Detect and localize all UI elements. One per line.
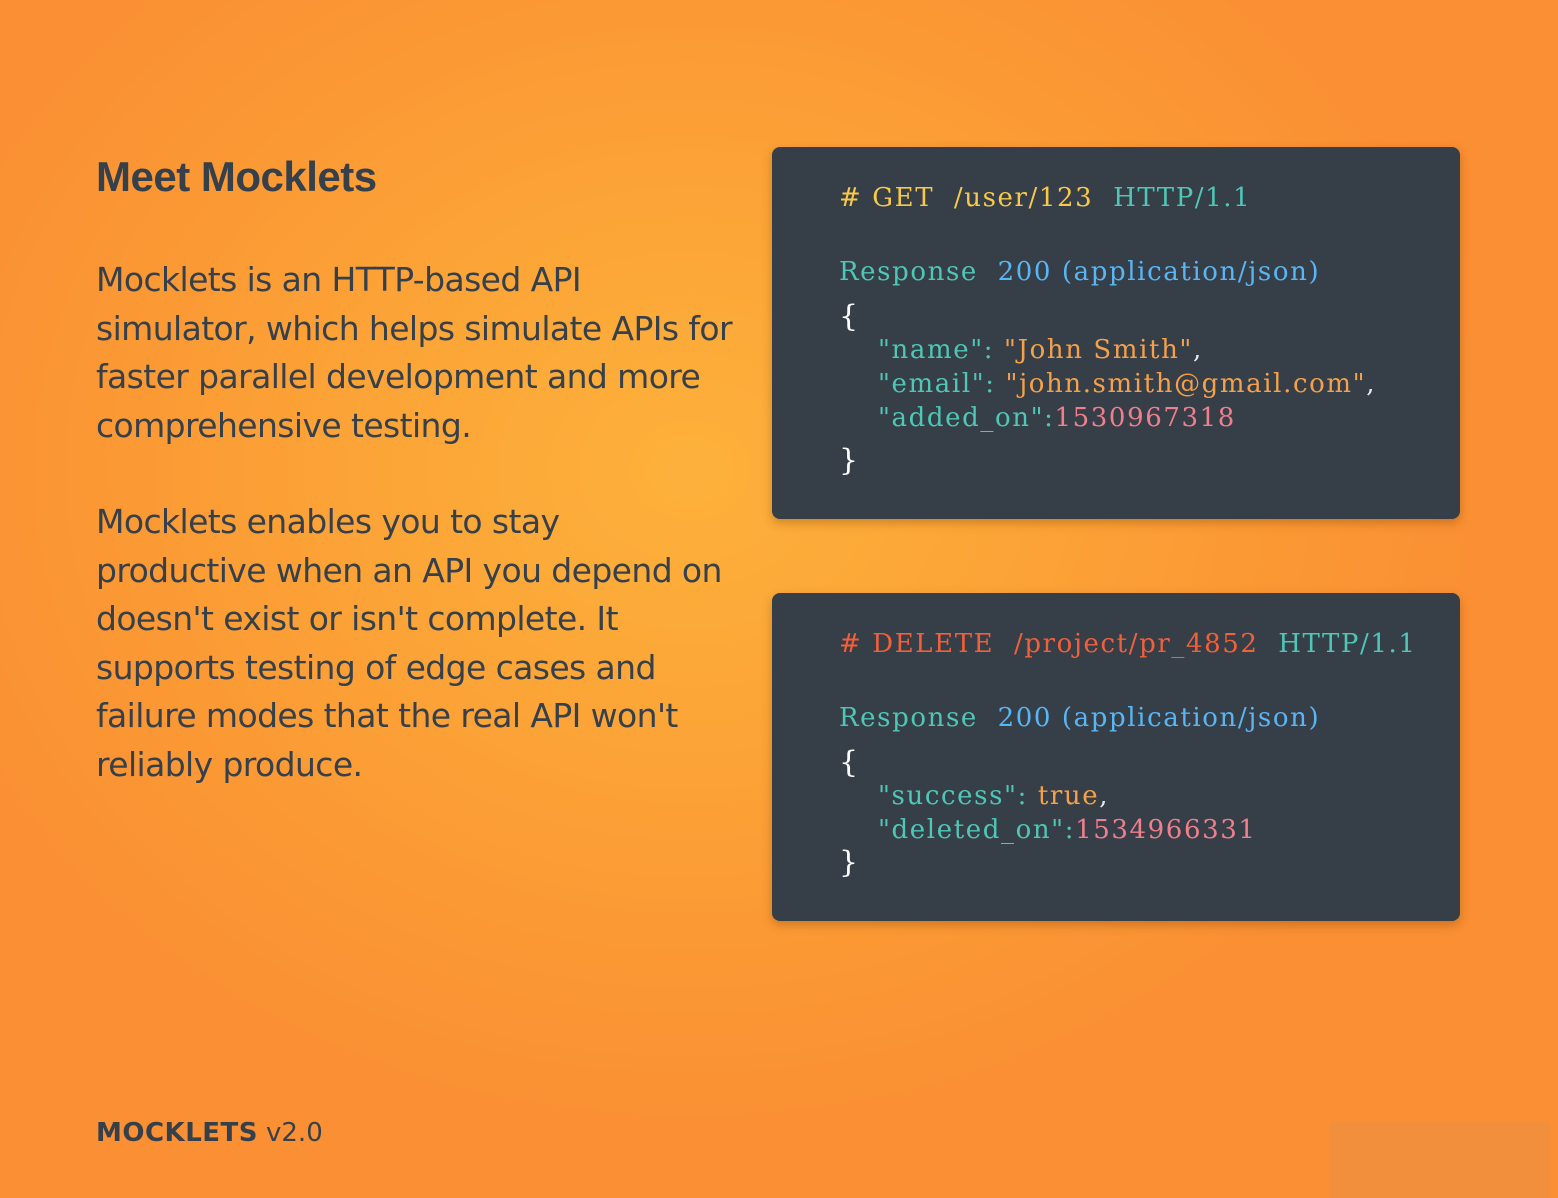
page-title: Meet Mocklets xyxy=(96,153,377,200)
get-request-card: # GET /user/123 HTTP/1.1 Response 200 (a… xyxy=(772,147,1460,519)
request-path: /project/pr_4852 xyxy=(1013,629,1259,659)
request-line: # DELETE /project/pr_4852 HTTP/1.1 xyxy=(839,629,1417,659)
brand-name: MOCKLETS xyxy=(96,1118,258,1148)
response-label: Response xyxy=(839,703,978,733)
footer: MOCKLETS v2.0 xyxy=(96,1118,323,1148)
json-field: "added_on":1530967318 xyxy=(878,403,1236,433)
corner-block xyxy=(1330,1121,1550,1198)
http-protocol: HTTP/1.1 xyxy=(1113,183,1252,213)
open-brace: { xyxy=(839,299,860,334)
json-key: "email": xyxy=(878,369,996,399)
delete-request-card: # DELETE /project/pr_4852 HTTP/1.1 Respo… xyxy=(772,593,1460,921)
json-field: "name": "John Smith", xyxy=(878,335,1203,365)
response-line: Response 200 (application/json) xyxy=(839,703,1320,733)
json-field: "deleted_on":1534966331 xyxy=(878,815,1257,845)
http-method: # GET xyxy=(839,183,935,213)
json-value: 1530967318 xyxy=(1054,403,1236,433)
http-protocol: HTTP/1.1 xyxy=(1278,629,1417,659)
response-status: 200 (application/json) xyxy=(997,257,1321,287)
json-value: true xyxy=(1037,781,1100,811)
json-separator: , xyxy=(1099,781,1110,811)
open-brace: { xyxy=(839,745,860,780)
intro-section: Meet Mocklets Mocklets is an HTTP-based … xyxy=(96,150,736,784)
close-brace: } xyxy=(839,443,860,478)
json-value: "john.smith@gmail.com" xyxy=(1005,369,1367,399)
json-value: "John Smith" xyxy=(1004,335,1193,365)
json-key: "deleted_on": xyxy=(878,815,1076,845)
json-key: "added_on": xyxy=(878,403,1055,433)
json-separator: , xyxy=(1366,369,1377,399)
response-line: Response 200 (application/json) xyxy=(839,257,1320,287)
details-paragraph: Mocklets enables you to stay productive … xyxy=(96,502,722,784)
json-value: 1534966331 xyxy=(1075,815,1257,845)
json-separator: , xyxy=(1192,335,1203,365)
response-status: 200 (application/json) xyxy=(997,703,1321,733)
json-key: "name": xyxy=(878,335,995,365)
json-field: "email": "john.smith@gmail.com", xyxy=(878,369,1376,399)
json-key: "success": xyxy=(878,781,1028,811)
json-field: "success": true, xyxy=(878,781,1109,811)
response-label: Response xyxy=(839,257,978,287)
request-line: # GET /user/123 HTTP/1.1 xyxy=(839,183,1251,213)
intro-paragraph: Mocklets is an HTTP-based API simulator,… xyxy=(96,260,733,445)
close-brace: } xyxy=(839,845,860,880)
http-method: # DELETE xyxy=(839,629,995,659)
version-label: v2.0 xyxy=(266,1118,323,1148)
request-path: /user/123 xyxy=(953,183,1094,213)
